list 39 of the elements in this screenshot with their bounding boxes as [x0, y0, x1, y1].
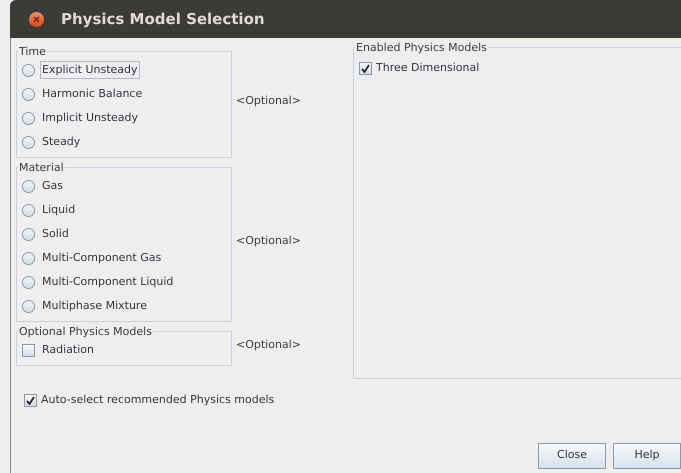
group-title: Optional Physics Models — [18, 325, 153, 338]
option-label: Gas — [41, 178, 64, 194]
checkbox[interactable] — [359, 62, 372, 74]
radio-button[interactable] — [22, 136, 35, 148]
optional-label: <Optional> — [236, 337, 301, 354]
radio-button[interactable] — [22, 180, 35, 192]
option-label: Multi-Component Gas — [41, 250, 162, 266]
checkbox[interactable] — [24, 394, 37, 407]
check-icon — [26, 396, 35, 405]
option-label: Steady — [41, 134, 82, 150]
radio-button[interactable] — [22, 276, 35, 288]
option-label: Multi-Component Liquid — [41, 274, 174, 290]
dialog-button[interactable]: Help — [613, 442, 681, 468]
check-icon — [361, 64, 370, 72]
option-label: Radiation — [41, 342, 95, 358]
optional-label: <Optional> — [236, 233, 301, 250]
option-label: Liquid — [41, 202, 76, 218]
radio-button[interactable] — [22, 252, 35, 264]
optional-label: <Optional> — [236, 93, 301, 110]
option-label: Implicit Unsteady — [41, 110, 140, 126]
option-label: Solid — [41, 226, 70, 242]
radio-button[interactable] — [22, 204, 35, 216]
dialog-button[interactable]: Close — [538, 442, 606, 468]
option-label: Explicit Unsteady — [40, 61, 140, 79]
option-label: Harmonic Balance — [41, 86, 144, 102]
window-title: Physics Model Selection — [61, 8, 265, 30]
group-title: Material — [18, 161, 65, 174]
checkbox[interactable] — [22, 344, 35, 356]
radio-button[interactable] — [22, 112, 35, 124]
radio-button[interactable] — [22, 64, 35, 76]
radio-button[interactable] — [22, 88, 35, 100]
option-label: Multiphase Mixture — [41, 298, 148, 314]
group-title: Enabled Physics Models — [355, 41, 488, 54]
close-icon[interactable] — [29, 12, 44, 26]
auto-select-label: Auto-select recommended Physics models — [41, 392, 274, 408]
group-title: Time — [18, 45, 47, 58]
radio-button[interactable] — [22, 300, 35, 312]
radio-button[interactable] — [22, 228, 35, 240]
model-label: Three Dimensional — [376, 60, 480, 76]
